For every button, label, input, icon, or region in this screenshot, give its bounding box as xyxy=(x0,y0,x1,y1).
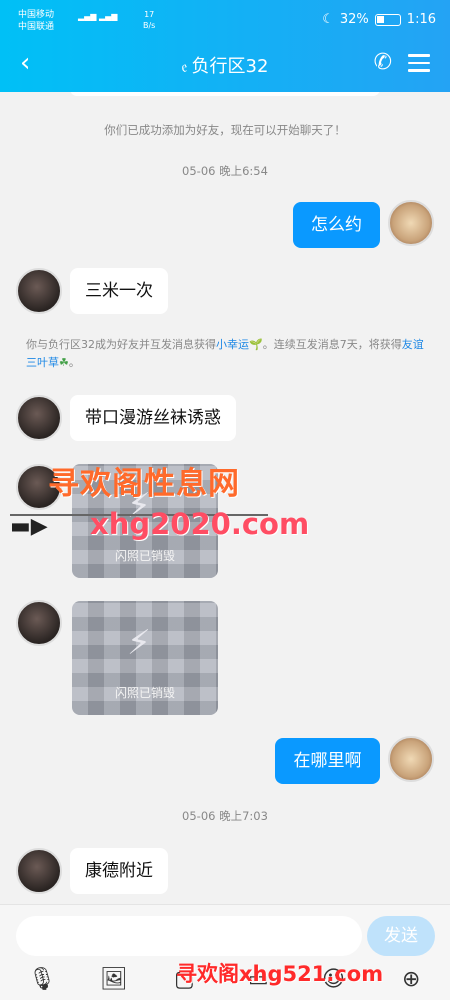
clover-icon: ☘ xyxy=(59,356,69,369)
message-incoming[interactable]: 三米一次 xyxy=(70,268,168,314)
title-bar: ‹ 𝔢 负行区32 ✆ xyxy=(0,44,450,84)
battery-percent: 32% xyxy=(339,12,369,27)
status-bar: 中国移动 中国联通 ▂▄▆ ▂▄▆ 17 B/s ☾ 32% 1:16 xyxy=(0,6,450,36)
message-incoming[interactable]: 康德附近 xyxy=(70,848,168,894)
battery-icon xyxy=(374,13,401,26)
previous-card xyxy=(70,92,380,96)
system-notice-reward: 你与负行区32成为好友并互发消息获得小幸运🌱。连续互发消息7天，将获得友谊三叶草… xyxy=(26,338,424,369)
lightning-icon: ⚡ xyxy=(127,623,151,663)
message-incoming[interactable]: 带口漫游丝袜诱惑 xyxy=(70,395,236,441)
image-icon[interactable]: 🖼 xyxy=(100,967,128,992)
flash-photo-destroyed[interactable]: ⚡ 闪照已销毁 xyxy=(72,601,218,715)
network-speed: 17 B/s xyxy=(143,10,156,30)
my-avatar[interactable] xyxy=(388,200,434,246)
watermark-url: xhg2020.com xyxy=(90,507,310,541)
phone-icon[interactable]: ✆ xyxy=(374,50,392,75)
timestamp: 05-06 晚上7:03 xyxy=(182,809,268,823)
watermark-text: 寻欢阁性息网 xyxy=(48,466,240,502)
friend-avatar[interactable] xyxy=(16,848,62,894)
watermark-bottom: 寻欢阁xhg521.com xyxy=(176,962,384,986)
microphone-icon[interactable]: 🎙 xyxy=(28,967,56,992)
moon-icon: ☾ xyxy=(322,12,334,27)
message-input[interactable] xyxy=(16,916,362,956)
carrier-2: 中国联通 xyxy=(18,22,55,32)
carrier-labels: 中国移动 中国联通 xyxy=(18,9,54,33)
flash-photo-caption: 闪照已销毁 xyxy=(114,549,175,563)
friend-avatar[interactable] xyxy=(16,600,62,646)
message-outgoing[interactable]: 怎么约 xyxy=(293,202,380,248)
flash-photo-caption: 闪照已销毁 xyxy=(114,686,175,700)
status-right: ☾ 32% 1:16 xyxy=(322,12,436,27)
friend-avatar[interactable] xyxy=(16,268,62,314)
signal-icon: ▂▄▆ ▂▄▆ xyxy=(78,12,118,21)
my-avatar[interactable] xyxy=(388,736,434,782)
friend-avatar[interactable] xyxy=(16,395,62,441)
chat-header: 中国移动 中国联通 ▂▄▆ ▂▄▆ 17 B/s ☾ 32% 1:16 ‹ 𝔢负… xyxy=(0,0,450,92)
message-outgoing[interactable]: 在哪里啊 xyxy=(275,738,380,784)
plus-icon[interactable]: ⊕ xyxy=(402,967,420,992)
send-button[interactable]: 发送 xyxy=(367,916,435,956)
system-message-friend-added: 你们已成功添加为好友，现在可以开始聊天了！ xyxy=(104,123,346,137)
clock: 1:16 xyxy=(406,12,436,27)
timestamp: 05-06 晚上6:54 xyxy=(182,164,268,178)
ear-icon: 𝔢 xyxy=(181,57,188,76)
sprout-icon: 🌱 xyxy=(249,338,263,351)
arrow-right-icon: ▬▶ xyxy=(10,514,48,539)
carrier-1: 中国移动 xyxy=(18,10,55,20)
link-xiaoxingyun[interactable]: 小幸运 xyxy=(216,338,249,351)
menu-icon[interactable] xyxy=(408,54,430,77)
